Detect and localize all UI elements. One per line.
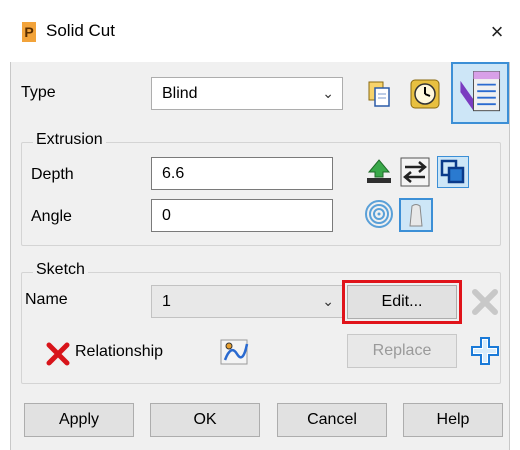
chevron-down-icon: ⌄ [322,293,334,309]
angle-field[interactable] [151,199,333,232]
replace-button[interactable]: Replace [347,334,457,368]
sketch-name-value: 1 [162,293,171,310]
type-select-value: Blind [162,85,198,102]
extrude-up-icon[interactable] [363,156,395,188]
window-title: Solid Cut [46,21,115,40]
ok-button[interactable]: OK [150,403,260,437]
concentric-icon[interactable] [363,198,395,230]
taper-icon[interactable] [399,198,433,232]
extrusion-group-title: Extrusion [33,131,106,149]
angle-label: Angle [31,208,72,225]
type-select[interactable]: Blind ⌄ [151,77,343,110]
cancel-button[interactable]: Cancel [277,403,387,437]
add-plus-icon[interactable] [469,335,501,367]
name-label: Name [25,291,68,308]
relationship-label: Relationship [75,343,164,360]
history-clock-icon[interactable] [409,78,441,110]
boolean-icon[interactable] [437,156,469,188]
copy-icon[interactable] [363,78,395,110]
dialog-body: Type Blind ⌄ Extrusion Depth 6.6 Angle 0… [10,62,510,450]
swap-direction-icon[interactable] [399,156,431,188]
relationship-x-icon [45,341,71,367]
depth-field[interactable] [151,157,333,190]
chevron-down-icon: ⌄ [322,85,334,101]
table-view-icon[interactable] [451,62,509,124]
help-button[interactable]: Help [403,403,503,437]
type-label: Type [21,84,56,101]
close-button[interactable]: × [482,14,512,50]
svg-text:P: P [24,24,33,40]
depth-label: Depth [31,166,74,183]
apply-button[interactable]: Apply [24,403,134,437]
title-bar[interactable]: P Solid Cut × [0,0,520,62]
sketch-curve-icon[interactable] [219,336,251,368]
sketch-name-select[interactable]: 1 ⌄ [151,285,343,318]
sketch-group-title: Sketch [33,261,88,279]
delete-x-icon [469,286,501,318]
app-logo-icon: P [22,22,36,42]
edit-button[interactable]: Edit... [347,285,457,319]
